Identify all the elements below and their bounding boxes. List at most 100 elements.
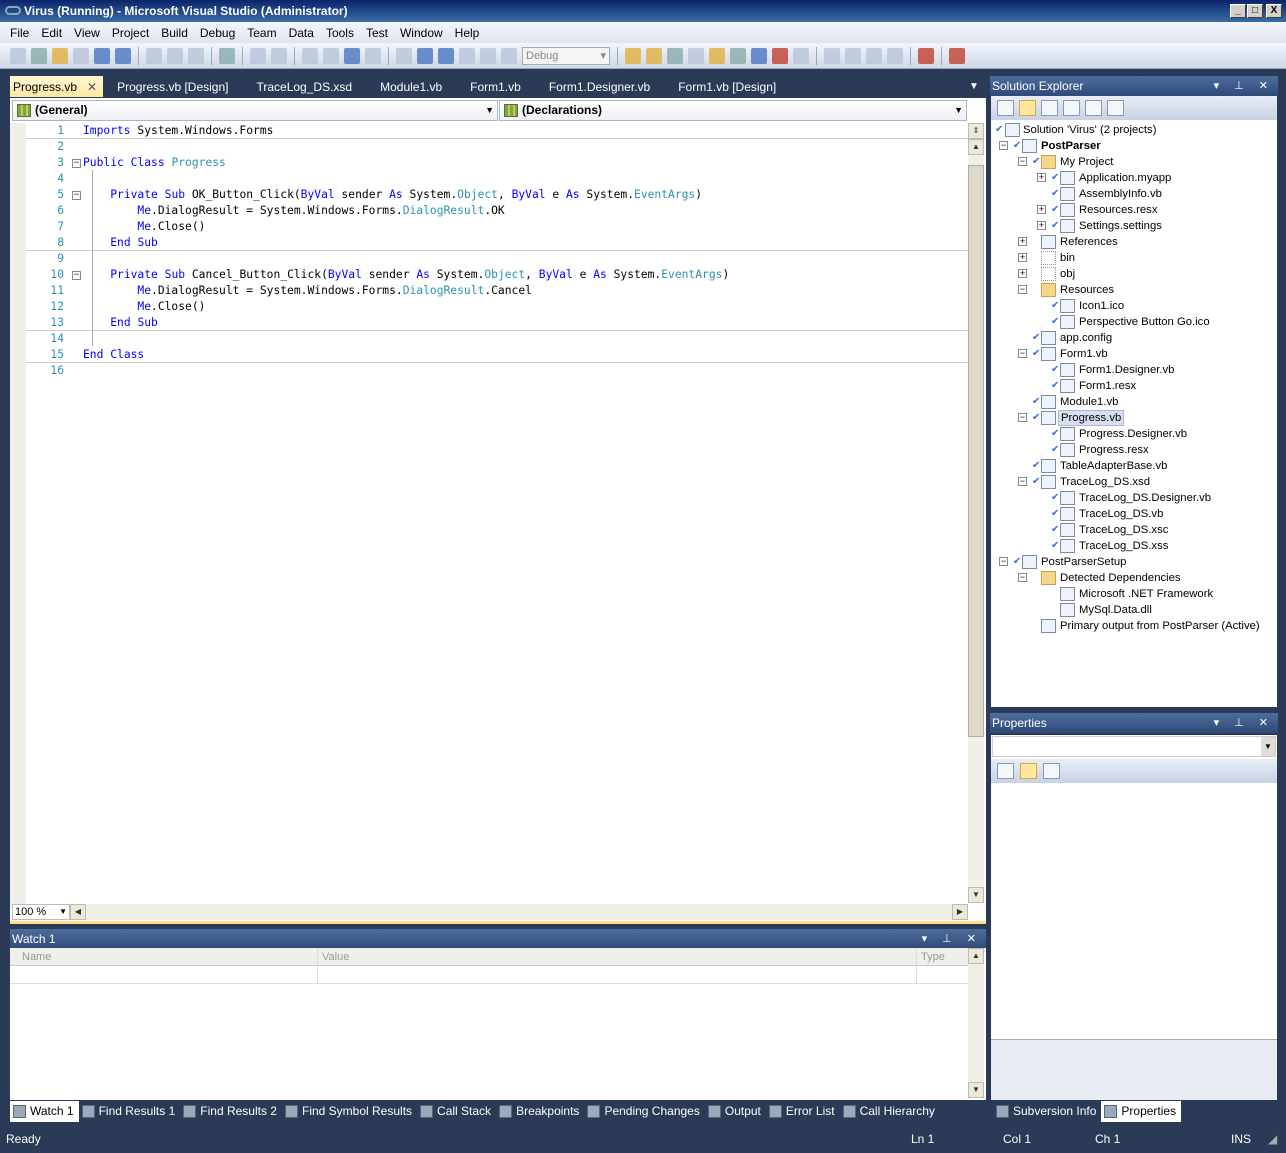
tree-item[interactable]: Primary output from PostParser (Active) (991, 618, 1277, 634)
resize-grip-icon[interactable]: ◢ (1268, 1127, 1277, 1151)
split-handle-icon[interactable]: ⇕ (968, 123, 984, 139)
code-line[interactable]: 5− Private Sub OK_Button_Click(ByVal sen… (26, 187, 968, 203)
code-line[interactable]: 6 Me.DialogResult = System.Windows.Forms… (26, 203, 968, 219)
property-pages-icon[interactable] (1043, 763, 1060, 779)
view-code-icon[interactable] (1063, 100, 1080, 116)
tool-tab-find-results-1[interactable]: Find Results 1 (79, 1101, 181, 1122)
toolbox-icon[interactable] (709, 47, 725, 64)
expand-icon[interactable]: + (1037, 173, 1046, 182)
tree-item[interactable]: + References (991, 234, 1277, 250)
expand-icon[interactable]: + (1018, 269, 1027, 278)
vertical-scrollbar[interactable]: ⇕ ▲ ▼ (968, 123, 984, 903)
collapse-icon[interactable]: − (1018, 573, 1027, 582)
navigate-forward-icon[interactable] (365, 47, 381, 64)
minimize-button[interactable]: _ (1230, 4, 1246, 18)
close-button[interactable]: X (1266, 4, 1282, 18)
solution-explorer-icon[interactable] (646, 47, 662, 64)
menu-edit[interactable]: Edit (35, 26, 68, 40)
tools-icon[interactable] (730, 47, 746, 64)
command-window-icon[interactable] (793, 47, 809, 64)
tool-tab-properties[interactable]: Properties (1101, 1101, 1182, 1122)
doc-tab[interactable]: Progress.vb ✕ (10, 76, 104, 97)
tree-item[interactable]: ✔ TraceLog_DS.Designer.vb (991, 490, 1277, 506)
tree-item[interactable]: ✔ Progress.resx (991, 442, 1277, 458)
doc-tab[interactable]: Module1.vb (366, 76, 456, 97)
tool-tab-subversion-info[interactable]: Subversion Info (993, 1101, 1101, 1122)
break-all-icon[interactable] (417, 47, 433, 64)
tree-item[interactable]: ✔ app.config (991, 330, 1277, 346)
tree-item[interactable]: − ✔ Form1.vb (991, 346, 1277, 362)
bookmark-icon[interactable] (845, 47, 861, 64)
expand-icon[interactable]: + (1018, 237, 1027, 246)
tool-tab-find-results-2[interactable]: Find Results 2 (180, 1101, 282, 1122)
tree-item[interactable]: + ✔ Resources.resx (991, 202, 1277, 218)
navigate-backward-icon[interactable] (344, 47, 360, 64)
alphabetical-icon[interactable] (1020, 763, 1037, 779)
solution-configuration-dropdown[interactable]: Debug (522, 46, 610, 65)
menu-window[interactable]: Window (394, 26, 449, 40)
object-browser-icon[interactable] (688, 47, 704, 64)
zoom-dropdown[interactable]: 100 % ▼ (12, 904, 70, 920)
column-value[interactable]: Value (322, 951, 349, 963)
save-icon[interactable] (94, 47, 110, 64)
code-line[interactable]: 13 End Sub (26, 315, 968, 331)
pane-controls[interactable]: ▾ ⊥ ✕ (1214, 713, 1274, 733)
indicator-margin[interactable] (10, 123, 26, 908)
horizontal-scrollbar[interactable]: ◀ ▶ (70, 904, 968, 920)
tree-item[interactable]: + obj (991, 266, 1277, 282)
tree-item[interactable]: + ✔ Application.myapp (991, 170, 1277, 186)
collapse-icon[interactable]: − (999, 557, 1008, 566)
watch-row-empty[interactable] (10, 966, 968, 984)
add-item-icon[interactable] (31, 47, 47, 64)
tool-tab-watch-1[interactable]: Watch 1 (10, 1101, 79, 1122)
view-class-diagram-icon[interactable] (1107, 100, 1124, 116)
collapse-icon[interactable]: − (72, 159, 81, 168)
code-line[interactable]: 8 End Sub (26, 235, 968, 251)
tree-item[interactable]: ✔ Form1.Designer.vb (991, 362, 1277, 378)
breakpoint-icon[interactable] (918, 47, 934, 64)
stop-icon[interactable] (949, 47, 965, 64)
comment-icon[interactable] (250, 47, 266, 64)
collapse-icon[interactable]: − (1018, 157, 1027, 166)
pane-controls[interactable]: ▾ ⊥ ✕ (922, 929, 982, 949)
code-line[interactable]: 1 Imports System.Windows.Forms (26, 123, 968, 139)
properties-icon[interactable] (997, 100, 1014, 116)
column-name[interactable]: Name (22, 951, 51, 963)
menu-tools[interactable]: Tools (320, 26, 360, 40)
scroll-down-icon[interactable]: ▼ (968, 1082, 984, 1098)
tree-item[interactable]: + bin (991, 250, 1277, 266)
doc-tab[interactable]: Form1.Designer.vb (535, 76, 664, 97)
expand-icon[interactable]: + (1018, 253, 1027, 262)
tree-item[interactable]: ✔ TableAdapterBase.vb (991, 458, 1277, 474)
tree-item[interactable]: − ✔ Progress.vb (991, 410, 1277, 426)
save-all-icon[interactable] (115, 47, 131, 64)
uncomment-icon[interactable] (271, 47, 287, 64)
code-line[interactable]: 16 (26, 363, 968, 379)
categorized-icon[interactable] (997, 763, 1014, 779)
object-selector-dropdown[interactable]: ▼ (992, 736, 1276, 757)
scroll-right-icon[interactable]: ▶ (952, 904, 968, 920)
stop-debugging-icon[interactable] (438, 47, 454, 64)
code-line[interactable]: 10− Private Sub Cancel_Button_Click(ByVa… (26, 267, 968, 283)
code-line[interactable]: 11 Me.DialogResult = System.Windows.Form… (26, 283, 968, 299)
tool-tab-find-symbol-results[interactable]: Find Symbol Results (282, 1101, 417, 1122)
tree-item[interactable]: − Resources (991, 282, 1277, 298)
tool-tab-error-list[interactable]: Error List (766, 1101, 840, 1122)
menu-file[interactable]: File (4, 26, 35, 40)
collapse-icon[interactable]: − (1018, 349, 1027, 358)
step-over-icon[interactable] (480, 47, 496, 64)
tool-tab-call-hierarchy[interactable]: Call Hierarchy (840, 1101, 940, 1122)
continue-icon[interactable] (396, 47, 412, 64)
tree-item[interactable]: ✔ TraceLog_DS.xss (991, 538, 1277, 554)
tree-item[interactable]: ✔ Module1.vb (991, 394, 1277, 410)
tool-tab-breakpoints[interactable]: Breakpoints (496, 1101, 584, 1122)
menu-team[interactable]: Team (241, 26, 282, 40)
menu-test[interactable]: Test (360, 26, 394, 40)
method-name-combo[interactable]: (Declarations) ▼ (499, 100, 967, 121)
column-type[interactable]: Type (921, 951, 945, 963)
tree-item[interactable]: ✔ Icon1.ico (991, 298, 1277, 314)
find-icon[interactable] (219, 47, 235, 64)
tree-item[interactable]: − ✔ PostParser (991, 138, 1277, 154)
tree-item[interactable]: + ✔ Settings.settings (991, 218, 1277, 234)
error-list-icon[interactable] (772, 47, 788, 64)
